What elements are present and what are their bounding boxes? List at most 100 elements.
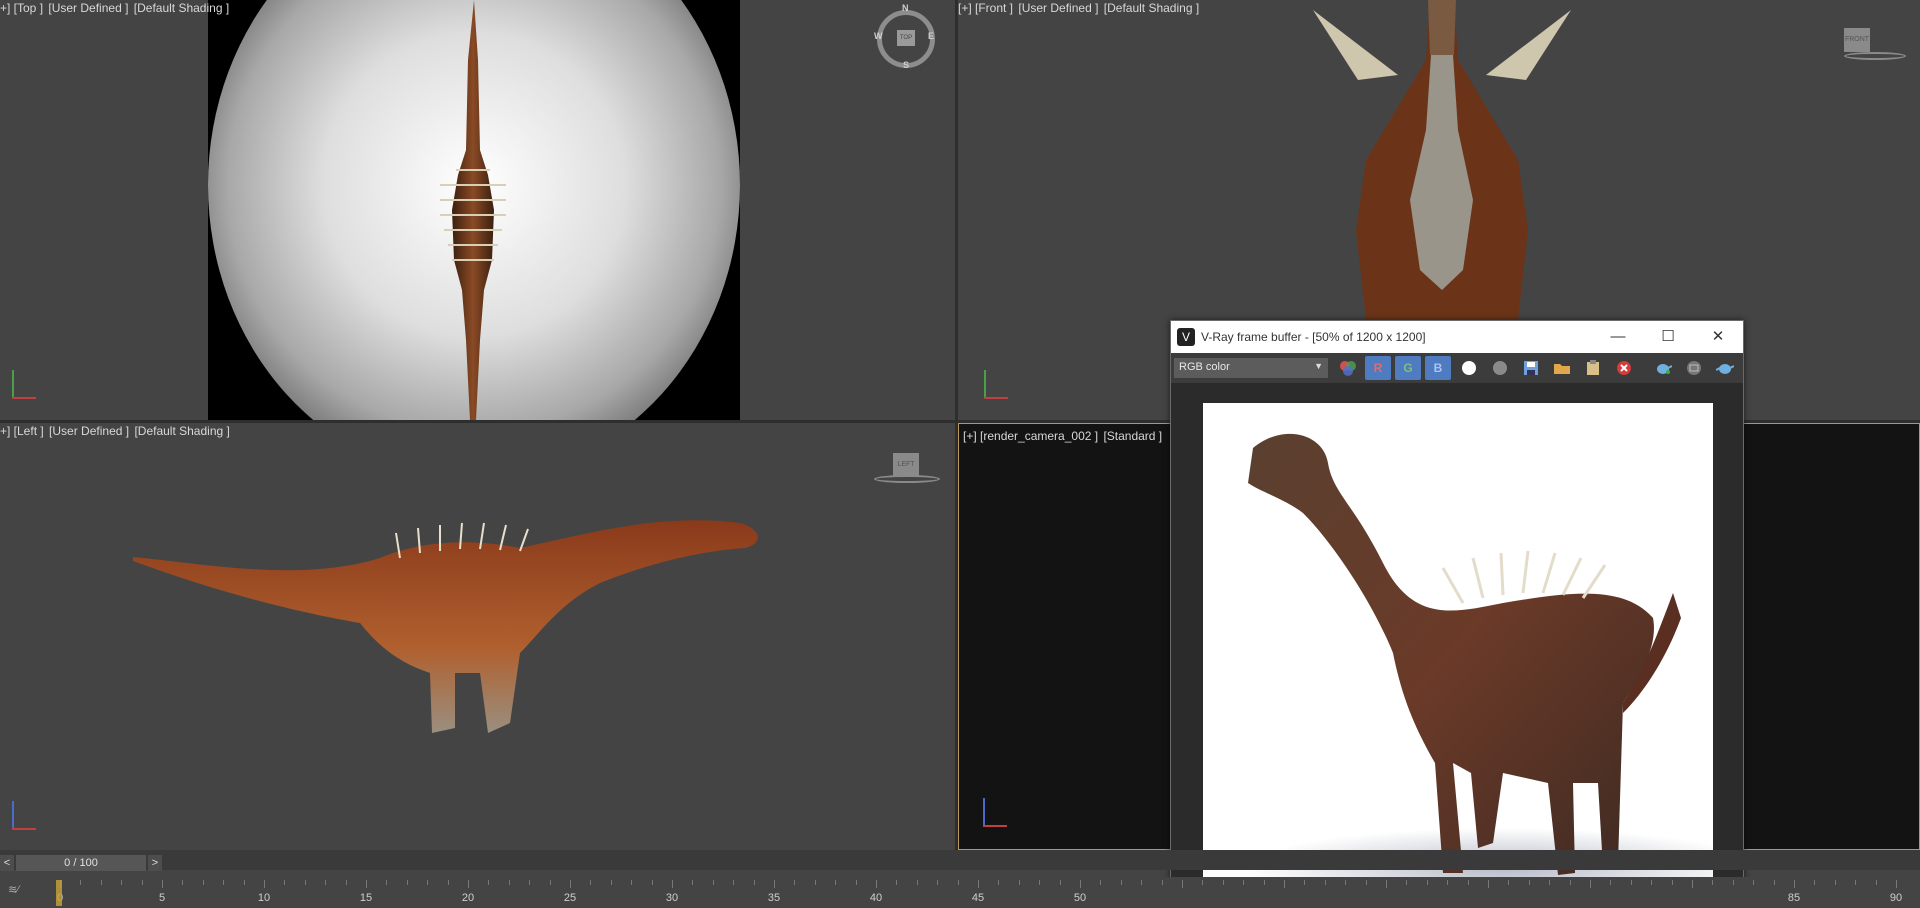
curve-editor-icon[interactable]: ≋∕ [8, 883, 19, 896]
vfb-toolbar: RGB color ▼ R G B [1171, 353, 1743, 383]
render-teapot-icon[interactable] [1649, 356, 1676, 380]
vray-logo-icon: V [1177, 328, 1195, 346]
timeline-tick [1590, 880, 1591, 888]
axes-gizmo-icon [8, 801, 38, 835]
teapot-icon[interactable] [1711, 356, 1738, 380]
timeline-tick [488, 880, 490, 885]
timeline-label: 90 [1889, 892, 1903, 904]
timeline-tick [1569, 880, 1571, 885]
timeline-tick [202, 880, 204, 885]
timeline-track[interactable]: 051015202530354045508590 [56, 880, 1920, 908]
timeline-tick [692, 880, 694, 885]
timeline-tick [304, 880, 306, 885]
mono-gray-icon[interactable] [1486, 356, 1513, 380]
timeline-tick [1222, 880, 1224, 885]
time-slider-marker[interactable] [56, 880, 62, 906]
timeline-tick [366, 880, 367, 888]
timeline-tick [774, 880, 775, 888]
timeline-label: 30 [665, 892, 679, 904]
timeline-tick [733, 880, 735, 885]
compass-west: W [874, 31, 883, 41]
timeline-tick [1528, 880, 1530, 885]
timeline-tick [1712, 880, 1714, 885]
timeline-tick [1488, 880, 1489, 888]
channel-select[interactable]: RGB color ▼ [1174, 358, 1328, 378]
timeline-tick [243, 880, 245, 885]
timeline-tick [978, 880, 979, 888]
timeline-label: 85 [1787, 892, 1801, 904]
timeline-tick [468, 880, 469, 888]
timeline-tick [1834, 880, 1836, 885]
timeline-tick [835, 880, 837, 885]
timeline-tick [1630, 880, 1632, 885]
color-channels-icon[interactable] [1334, 356, 1361, 380]
timeline-tick [937, 880, 939, 885]
timeline-tick [284, 880, 286, 885]
timeline-tick [1059, 880, 1061, 885]
red-channel-button[interactable]: R [1365, 356, 1391, 380]
blue-channel-button[interactable]: B [1425, 356, 1451, 380]
timeline-tick [1345, 880, 1347, 885]
timeline-tick [753, 880, 755, 885]
clipboard-icon[interactable] [1579, 356, 1606, 380]
timeline-tick [1284, 880, 1285, 888]
timeline-tick [1304, 880, 1306, 885]
timeline-tick [162, 880, 163, 888]
save-image-icon[interactable] [1517, 356, 1544, 380]
viewcube-left[interactable]: LEFT [893, 453, 919, 477]
frame-counter[interactable]: 0 / 100 [16, 855, 146, 871]
render-region-icon[interactable] [1680, 356, 1707, 380]
dinosaur-top-model [440, 0, 506, 420]
viewcube-face[interactable]: TOP [897, 30, 915, 46]
timeline-label: 45 [971, 892, 985, 904]
timeline-tick [957, 880, 959, 885]
next-frame-button[interactable]: > [148, 855, 162, 871]
viewport-top-label[interactable]: +] [Top ] [User Defined ] [Default Shadi… [0, 0, 231, 15]
timeline-tick [916, 880, 918, 885]
clear-image-icon[interactable] [1610, 356, 1637, 380]
viewport-top[interactable]: +] [Top ] [User Defined ] [Default Shadi… [0, 0, 955, 420]
open-folder-icon[interactable] [1548, 356, 1575, 380]
viewport-camera-label[interactable]: [+] [render_camera_002 ] [Standard ] [963, 428, 1164, 443]
timeline-tick [570, 880, 571, 888]
vray-frame-buffer-window[interactable]: V V-Ray frame buffer - [50% of 1200 x 12… [1170, 320, 1744, 908]
close-button[interactable]: ✕ [1693, 321, 1743, 353]
alpha-white-icon[interactable] [1455, 356, 1482, 380]
timeline-tick [998, 880, 1000, 885]
viewcube-ring[interactable] [874, 475, 940, 483]
timeline-tick [427, 880, 429, 885]
timeline-label: 35 [767, 892, 781, 904]
timeline-label: 10 [257, 892, 271, 904]
timeline-tick [182, 880, 184, 885]
timeline-label: 15 [359, 892, 373, 904]
viewport-divider-vertical[interactable] [955, 0, 958, 850]
vfb-title: V-Ray frame buffer - [50% of 1200 x 1200… [1201, 330, 1426, 344]
timeline-tick [1263, 880, 1265, 885]
viewcube-front[interactable]: FRONT [1844, 28, 1870, 52]
timeline-tick [1692, 880, 1693, 888]
timeline-tick [1896, 880, 1897, 888]
timeline-tick [855, 880, 857, 885]
timeline-tick [896, 880, 898, 885]
timeline-label: 20 [461, 892, 475, 904]
minimize-button[interactable]: — [1593, 321, 1643, 353]
timeline-tick [712, 880, 714, 885]
vfb-titlebar[interactable]: V V-Ray frame buffer - [50% of 1200 x 12… [1171, 321, 1743, 353]
timeline-tick [1773, 880, 1775, 885]
viewport-left[interactable]: +] [Left ] [User Defined ] [Default Shad… [0, 423, 955, 850]
timeline-tick [1671, 880, 1673, 885]
timeline-tick [1243, 880, 1245, 885]
compass-east: E [928, 31, 935, 41]
status-bar [0, 850, 1920, 870]
compass-viewcube[interactable]: N S E W TOP [874, 3, 935, 70]
timeline-tick [814, 880, 816, 885]
green-channel-button[interactable]: G [1395, 356, 1421, 380]
timeline-tick [1855, 880, 1857, 885]
prev-frame-button[interactable]: < [0, 855, 14, 871]
timeline-tick [1324, 880, 1326, 885]
maximize-button[interactable]: ☐ [1643, 321, 1693, 353]
timeline-tick [1141, 880, 1143, 885]
compass-north: N [902, 3, 909, 13]
viewcube-ring[interactable] [1844, 52, 1906, 60]
timeline-tick [406, 880, 408, 885]
